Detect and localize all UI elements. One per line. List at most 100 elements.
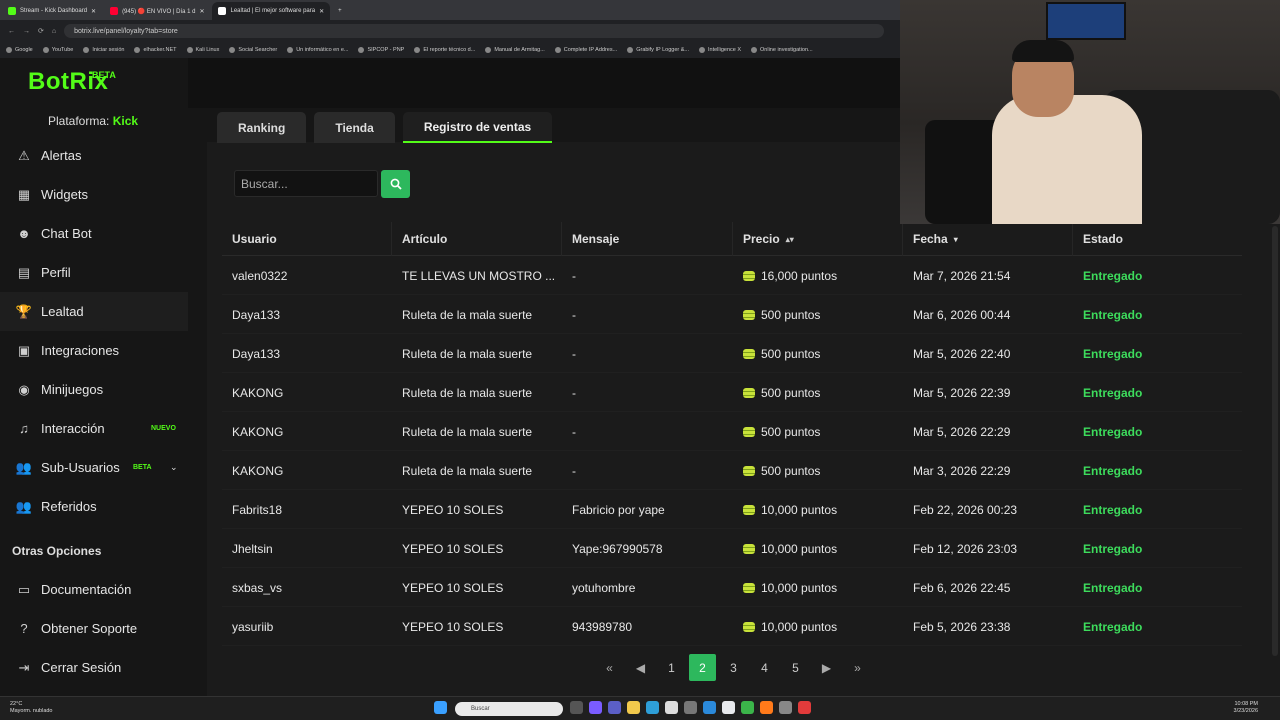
windows-start-icon[interactable] (434, 701, 447, 714)
sidebar-nav: ⚠ Alertas ▦ Widgets ☻ Chat Bot ▤ Perfil 🏆 Lealtad… (0, 136, 188, 526)
bookmark-item[interactable]: Kali Linux (186, 47, 219, 53)
browser-tab[interactable]: (945) 🔴 EN VIVO | Día 1 d ✕ (104, 2, 210, 20)
edge-icon[interactable] (646, 701, 659, 714)
column-mensaje[interactable]: Mensaje (562, 222, 733, 256)
close-tab-icon[interactable]: ✕ (199, 8, 204, 15)
sidebar-item-minijuegos[interactable]: ◉ Minijuegos (0, 370, 188, 409)
reload-icon[interactable]: ⟳ (38, 27, 44, 35)
weather-widget[interactable]: 22°C Mayorm. nublado (10, 701, 53, 715)
price-value: 500 puntos (761, 424, 821, 439)
page-button[interactable]: 2 (689, 654, 716, 681)
column-articulo[interactable]: Artículo (392, 222, 562, 256)
robot-icon: ☻ (17, 226, 31, 241)
settings-app-icon[interactable] (684, 701, 697, 714)
sidebar-item-label: Obtener Soporte (41, 621, 138, 636)
system-clock[interactable]: 10:08 PM 3/23/2026 (1234, 701, 1258, 715)
sidebar-item-label: Perfil (41, 265, 71, 280)
sidebar-item-perfil[interactable]: ▤ Perfil (0, 253, 188, 292)
sidebar-item-integraciones[interactable]: ▣ Integraciones (0, 331, 188, 370)
firefox-icon[interactable] (760, 701, 773, 714)
app-icon[interactable] (779, 701, 792, 714)
sidebar-item-cerrar-sesion[interactable]: ⇥ Cerrar Sesión (0, 648, 188, 687)
page-button[interactable]: 4 (751, 654, 778, 681)
close-tab-icon[interactable]: ✕ (91, 8, 96, 15)
column-fecha-label: Fecha (913, 232, 948, 246)
bookmark-icon (358, 47, 365, 53)
search-button[interactable] (381, 170, 410, 198)
back-icon[interactable]: ← (8, 28, 15, 35)
webcam-tv (1046, 2, 1126, 40)
platform-indicator: Plataforma: Kick (48, 114, 138, 128)
webcam-person-body (992, 95, 1142, 224)
chevron-down-icon[interactable]: ⌄ (170, 462, 178, 473)
bookmark-item[interactable]: Complete IP Addres... (554, 47, 617, 53)
sidebar-item-label: Integraciones (41, 343, 120, 358)
tab-tienda[interactable]: Tienda (314, 112, 395, 143)
bookmark-item[interactable]: Manual de Armitag... (485, 47, 545, 53)
bookmark-item[interactable]: Grabify IP Logger &... (627, 47, 689, 53)
tab-ranking[interactable]: Ranking (217, 112, 307, 143)
new-tab-icon[interactable]: + (332, 2, 348, 20)
cell-precio: 500 puntos (733, 295, 903, 334)
browser-tab[interactable]: Lealtad | El mejor software para ✕ (212, 2, 331, 20)
column-fecha[interactable]: Fecha ▾ (903, 222, 1073, 256)
copilot-icon[interactable] (589, 701, 602, 714)
forward-icon[interactable]: → (23, 28, 30, 35)
file-explorer-icon[interactable] (627, 701, 640, 714)
task-view-icon[interactable] (570, 701, 583, 714)
sort-both-icon[interactable]: ▴▾ (786, 235, 794, 244)
teams-icon[interactable] (608, 701, 621, 714)
chrome-icon[interactable] (722, 701, 735, 714)
bookmark-item[interactable]: El reporte técnico d... (414, 47, 475, 53)
taskbar-search[interactable]: Buscar (455, 702, 563, 716)
sidebar-item-alertas[interactable]: ⚠ Alertas (0, 136, 188, 175)
bookmark-item[interactable]: Un informático en e... (287, 47, 348, 53)
clock-date: 3/23/2026 (1233, 708, 1258, 714)
bookmark-label: Iniciar sesión (92, 47, 125, 53)
bookmark-item[interactable]: Google (6, 47, 33, 53)
bookmark-item[interactable]: Intelligence X (699, 47, 741, 53)
sidebar-item-label: Cerrar Sesión (41, 660, 122, 675)
home-icon[interactable]: ⌂ (52, 28, 56, 35)
url-field[interactable]: botrix.live/panel/loyalty?tab=store (64, 24, 885, 38)
sidebar-item-widgets[interactable]: ▦ Widgets (0, 175, 188, 214)
vscode-icon[interactable] (703, 701, 716, 714)
sort-desc-icon[interactable]: ▾ (954, 235, 958, 244)
store-icon[interactable] (665, 701, 678, 714)
prev-page-icon[interactable]: ◀ (627, 654, 654, 681)
bookmark-item[interactable]: Iniciar sesión (83, 47, 124, 53)
column-estado[interactable]: Estado (1073, 222, 1242, 256)
scrollbar[interactable] (1272, 226, 1278, 656)
sidebar-item-chat-bot[interactable]: ☻ Chat Bot (0, 214, 188, 253)
first-page-icon[interactable]: « (596, 654, 623, 681)
search-input[interactable] (234, 170, 378, 197)
sidebar-item-obtener-soporte[interactable]: ? Obtener Soporte (0, 609, 188, 648)
bookmark-item[interactable]: Online investigation... (751, 47, 813, 53)
bookmark-item[interactable]: Social Searcher (229, 47, 277, 53)
sidebar-item-documentacion[interactable]: ▭ Documentación (0, 570, 188, 609)
page-button[interactable]: 5 (782, 654, 809, 681)
xbox-icon[interactable] (741, 701, 754, 714)
sidebar-item-referidos[interactable]: 👥 Referidos (0, 487, 188, 526)
sidebar-item-label: Chat Bot (41, 226, 92, 241)
page-button[interactable]: 1 (658, 654, 685, 681)
next-page-icon[interactable]: ▶ (813, 654, 840, 681)
page-button[interactable]: 3 (720, 654, 747, 681)
sidebar-item-sub-usuarios[interactable]: 👥 Sub-Usuarios BETA ⌄ (0, 448, 188, 487)
bookmark-item[interactable]: elhacker.NET (134, 47, 177, 53)
sidebar-item-interaccion[interactable]: ♫ Interacción NUEVO (0, 409, 188, 448)
tab-registro-de-ventas[interactable]: Registro de ventas (402, 112, 553, 143)
last-page-icon[interactable]: » (844, 654, 871, 681)
browser-tab[interactable]: Stream - Kick Dashboard ✕ (2, 2, 102, 20)
sidebar-item-lealtad[interactable]: 🏆 Lealtad (0, 292, 188, 331)
bookmark-item[interactable]: YouTube (42, 47, 73, 53)
bookmark-item[interactable]: SIPCOP - PNP (358, 47, 404, 53)
column-usuario[interactable]: Usuario (222, 222, 392, 256)
cell-mensaje: 943989780 (572, 619, 633, 634)
opera-icon[interactable] (798, 701, 811, 714)
column-precio[interactable]: Precio ▴▾ (733, 222, 903, 256)
close-tab-icon[interactable]: ✕ (319, 8, 324, 15)
status-badge: Entregado (1083, 619, 1143, 634)
cell-mensaje: Yape:967990578 (572, 541, 663, 556)
bookmark-label: El reporte técnico d... (423, 47, 476, 53)
